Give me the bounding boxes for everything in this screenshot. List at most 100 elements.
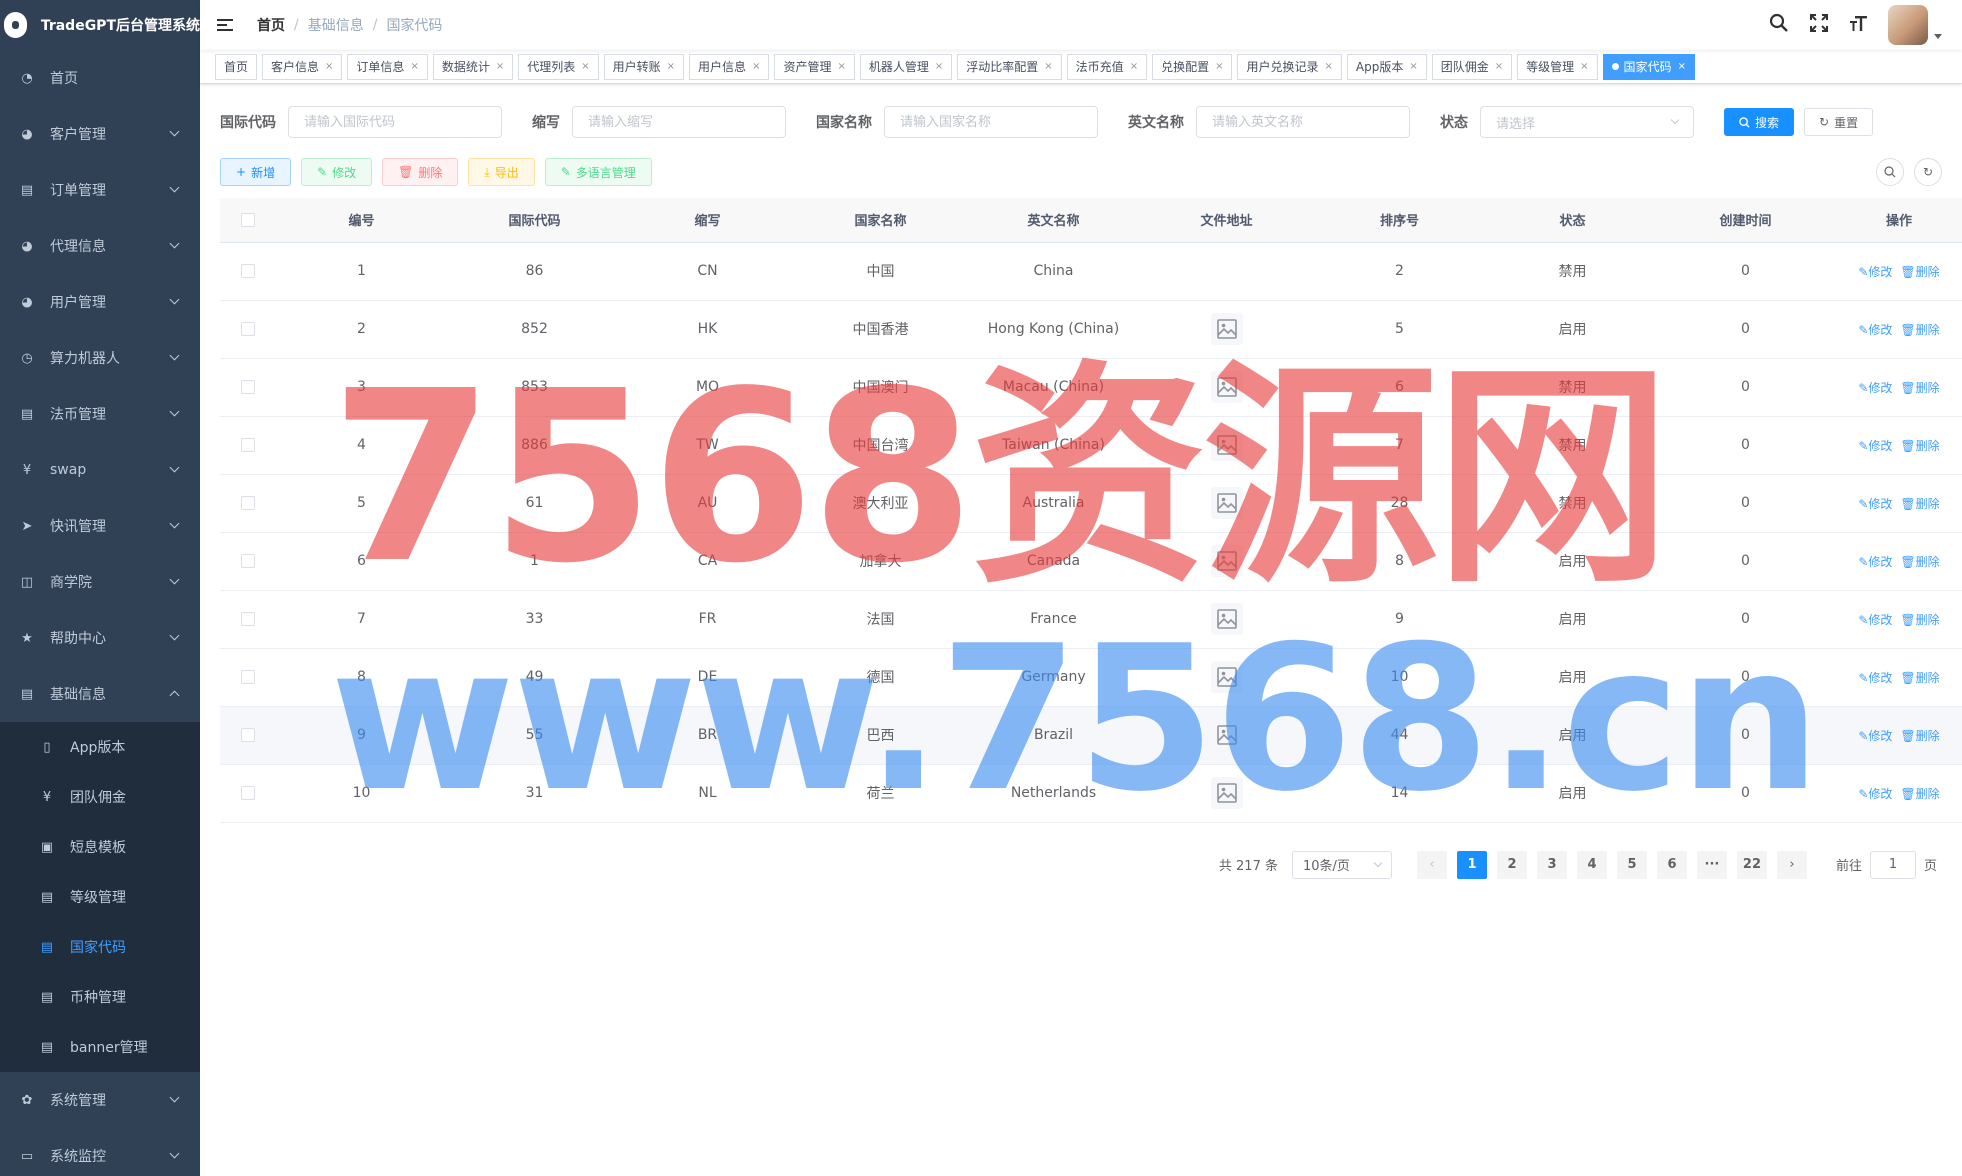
close-icon[interactable]: ×: [935, 55, 943, 79]
search-icon[interactable]: [1768, 13, 1790, 38]
page-button[interactable]: 4: [1576, 850, 1607, 879]
table-row[interactable]: 9 55 BR 巴西 Brazil 44 启用 0 ✎修改 🗑删除: [220, 706, 1962, 765]
row-delete-link[interactable]: 🗑删除: [1900, 265, 1939, 279]
logo[interactable]: TradeGPT后台管理系统: [0, 0, 200, 50]
row-edit-link[interactable]: ✎修改: [1858, 381, 1892, 395]
submenu-item-1[interactable]: ¥ 团队佣金: [0, 772, 200, 822]
close-icon[interactable]: ×: [581, 55, 589, 79]
close-icon[interactable]: ×: [410, 55, 418, 79]
sidebar-item-2[interactable]: ▤ 订单管理: [0, 162, 200, 218]
row-checkbox[interactable]: [240, 728, 255, 742]
search-field-input[interactable]: [1196, 106, 1410, 138]
toggle-search-icon[interactable]: [1876, 158, 1904, 186]
row-delete-link[interactable]: 🗑删除: [1900, 323, 1939, 337]
table-row[interactable]: 10 31 NL 荷兰 Netherlands 14 启用 0 ✎修改 🗑删除: [220, 764, 1962, 823]
row-delete-link[interactable]: 🗑删除: [1900, 671, 1939, 685]
tag-item[interactable]: 用户兑换记录 ×: [1237, 53, 1342, 80]
tag-item[interactable]: 资产管理 ×: [774, 53, 855, 80]
row-edit-link[interactable]: ✎修改: [1858, 323, 1892, 337]
search-field-input[interactable]: [884, 106, 1098, 138]
close-icon[interactable]: ×: [667, 55, 675, 79]
hamburger-icon[interactable]: [217, 19, 233, 31]
prev-page-button[interactable]: ‹: [1416, 850, 1447, 879]
breadcrumb-home[interactable]: 首页: [257, 15, 285, 35]
image-placeholder-icon[interactable]: [1210, 661, 1243, 693]
font-size-icon[interactable]: [1848, 13, 1870, 38]
refresh-icon[interactable]: ↻: [1914, 158, 1942, 186]
search-field-input[interactable]: [288, 106, 502, 138]
tag-item-active[interactable]: 国家代码 ×: [1602, 53, 1695, 80]
multilang-button[interactable]: ✎ 多语言管理: [544, 158, 652, 186]
sidebar-item-1[interactable]: ◕ 客户管理: [0, 106, 200, 162]
avatar[interactable]: [1888, 5, 1928, 45]
row-delete-link[interactable]: 🗑删除: [1900, 787, 1939, 801]
export-button[interactable]: ⤓ 导出: [468, 158, 535, 186]
row-delete-link[interactable]: 🗑删除: [1900, 613, 1939, 627]
close-icon[interactable]: ×: [1215, 55, 1223, 79]
tag-item[interactable]: 团队佣金 ×: [1431, 53, 1513, 80]
add-button[interactable]: + 新增: [220, 158, 292, 186]
close-icon[interactable]: ×: [1495, 55, 1503, 79]
close-icon[interactable]: ×: [752, 55, 760, 79]
row-checkbox[interactable]: [240, 264, 255, 278]
row-edit-link[interactable]: ✎修改: [1858, 787, 1892, 801]
fullscreen-icon[interactable]: [1808, 13, 1830, 38]
page-button[interactable]: 1: [1456, 850, 1487, 879]
page-size-select[interactable]: 10条/页: [1291, 850, 1392, 879]
caret-down-icon[interactable]: [1934, 33, 1942, 39]
tag-item[interactable]: 代理列表 ×: [518, 53, 599, 80]
image-placeholder-icon[interactable]: [1210, 777, 1243, 809]
submenu-item-3[interactable]: ▤ 等级管理: [0, 872, 200, 922]
table-row[interactable]: 1 86 CN 中国 China 2 禁用 0 ✎修改 🗑删除: [220, 242, 1962, 301]
close-icon[interactable]: ×: [496, 55, 504, 79]
row-checkbox[interactable]: [240, 786, 255, 800]
row-delete-link[interactable]: 🗑删除: [1900, 381, 1939, 395]
tag-item[interactable]: 等级管理 ×: [1517, 53, 1598, 80]
edit-button[interactable]: ✎ 修改: [301, 158, 373, 186]
next-page-button[interactable]: ›: [1776, 850, 1807, 879]
row-delete-link[interactable]: 🗑删除: [1900, 439, 1939, 453]
tag-item[interactable]: 兑换配置 ×: [1152, 53, 1233, 80]
sidebar-item-0[interactable]: ◔ 首页: [0, 50, 200, 106]
image-placeholder-icon[interactable]: [1210, 719, 1243, 751]
row-checkbox[interactable]: [240, 380, 255, 394]
image-placeholder-icon[interactable]: [1210, 371, 1243, 403]
table-row[interactable]: 2 852 HK 中国香港 Hong Kong (China) 5 启用 0 ✎修改 🗑删除: [220, 300, 1962, 359]
submenu-item-6[interactable]: ▤ banner管理: [0, 1022, 200, 1072]
sidebar-bottom-item-0[interactable]: ✿ 系统管理: [0, 1072, 200, 1128]
tag-item[interactable]: App版本 ×: [1346, 53, 1427, 80]
image-placeholder-icon[interactable]: [1210, 603, 1243, 635]
table-row[interactable]: 4 886 TW 中国台湾 Taiwan (China) 7 禁用 0 ✎修改 🗑删除: [220, 416, 1962, 475]
table-row[interactable]: 8 49 DE 德国 Germany 10 启用 0 ✎修改 🗑删除: [220, 648, 1962, 707]
sidebar-item-11[interactable]: ▤ 基础信息: [0, 666, 200, 722]
delete-button[interactable]: 🗑 删除: [382, 158, 459, 186]
sidebar-item-5[interactable]: ◷ 算力机器人: [0, 330, 200, 386]
row-edit-link[interactable]: ✎修改: [1858, 729, 1892, 743]
reset-button[interactable]: ↻ 重置: [1804, 108, 1874, 136]
row-edit-link[interactable]: ✎修改: [1858, 613, 1892, 627]
row-edit-link[interactable]: ✎修改: [1858, 439, 1892, 453]
row-checkbox[interactable]: [240, 670, 255, 684]
status-select[interactable]: 请选择: [1480, 106, 1694, 138]
tag-item[interactable]: 数据统计 ×: [432, 53, 514, 80]
table-row[interactable]: 5 61 AU 澳大利亚 Australia 28 禁用 0 ✎修改 🗑删除: [220, 474, 1962, 533]
page-button[interactable]: 5: [1616, 850, 1647, 879]
row-delete-link[interactable]: 🗑删除: [1900, 497, 1939, 511]
row-checkbox[interactable]: [240, 554, 255, 568]
goto-page-input[interactable]: [1869, 850, 1916, 879]
row-checkbox[interactable]: [240, 322, 255, 336]
tag-item[interactable]: 用户信息 ×: [689, 53, 770, 80]
close-icon[interactable]: ×: [1580, 55, 1588, 79]
sidebar-item-3[interactable]: ◕ 代理信息: [0, 218, 200, 274]
sidebar-item-10[interactable]: ★ 帮助中心: [0, 610, 200, 666]
page-button[interactable]: 3: [1536, 850, 1567, 879]
close-icon[interactable]: ×: [1044, 55, 1052, 79]
close-icon[interactable]: ×: [1130, 55, 1138, 79]
page-button[interactable]: 22: [1736, 850, 1767, 879]
select-all-checkbox[interactable]: [240, 212, 255, 227]
image-placeholder-icon[interactable]: [1210, 545, 1243, 577]
close-icon[interactable]: ×: [837, 55, 845, 79]
sidebar-item-9[interactable]: ◫ 商学院: [0, 554, 200, 610]
submenu-item-2[interactable]: ▣ 短息模板: [0, 822, 200, 872]
sidebar-item-8[interactable]: ➤ 快讯管理: [0, 498, 200, 554]
